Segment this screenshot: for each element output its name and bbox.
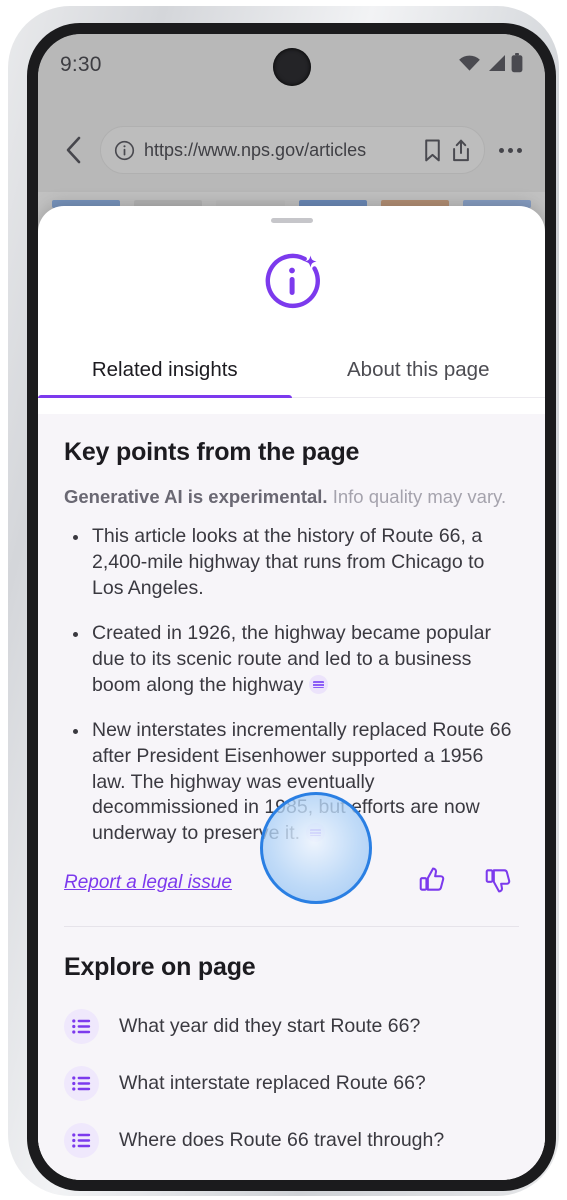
- sheet-drag-handle[interactable]: [270, 218, 313, 223]
- battery-icon: [511, 52, 523, 78]
- cell-signal-icon: [486, 54, 506, 77]
- ai-disclaimer-rest: Info quality may vary.: [327, 486, 507, 507]
- source-chip-icon[interactable]: [309, 674, 329, 694]
- key-point-text: New interstates incrementally replaced R…: [92, 718, 512, 845]
- explore-question-row[interactable]: What year did they start Route 66?: [64, 998, 519, 1055]
- overflow-menu-icon[interactable]: [491, 147, 529, 153]
- thumb-down-icon[interactable]: [485, 866, 513, 899]
- ai-info-sparkle-icon: [38, 247, 545, 313]
- sheet-tabs: Related insights About this page: [38, 349, 545, 398]
- explore-question-row[interactable]: How far does Route 66 stretch?: [64, 1169, 519, 1180]
- explore-question-row[interactable]: Where does Route 66 travel through?: [64, 1112, 519, 1169]
- phone-screen: 9:30 https://www.nps.gov/articles Relate…: [38, 34, 545, 1180]
- browser-toolbar: https://www.nps.gov/articles: [38, 116, 545, 184]
- key-point-item: This article looks at the history of Rou…: [64, 524, 519, 602]
- back-button[interactable]: [54, 130, 94, 170]
- ai-disclaimer-strong: Generative AI is experimental.: [64, 486, 328, 507]
- report-legal-issue-link[interactable]: Report a legal issue: [64, 872, 232, 894]
- camera-punch-hole: [272, 48, 311, 86]
- key-point-item: New interstates incrementally replaced R…: [64, 718, 519, 848]
- wifi-icon: [458, 54, 481, 77]
- tab-related-insights[interactable]: Related insights: [38, 349, 292, 398]
- share-icon[interactable]: [451, 139, 471, 162]
- info-circle-icon[interactable]: [114, 140, 135, 161]
- explore-question-text: What interstate replaced Route 66?: [119, 1072, 426, 1095]
- explore-question-row[interactable]: What interstate replaced Route 66?: [64, 1055, 519, 1112]
- explore-on-page-title: Explore on page: [64, 953, 256, 982]
- insights-bottom-sheet: Related insights About this page Key poi…: [38, 206, 545, 1180]
- list-lines-icon: [64, 1066, 99, 1102]
- address-bar[interactable]: https://www.nps.gov/articles: [100, 126, 485, 174]
- key-point-text: Created in 1926, the highway became popu…: [92, 621, 491, 696]
- thumbs-group: [419, 866, 519, 899]
- status-clock: 9:30: [60, 53, 102, 76]
- url-text: https://www.nps.gov/articles: [144, 139, 367, 160]
- ai-disclaimer: Generative AI is experimental. Info qual…: [64, 485, 519, 508]
- status-icon-group: [458, 52, 523, 78]
- explore-question-list: What year did they start Route 66? What …: [64, 998, 519, 1180]
- explore-question-text: Where does Route 66 travel through?: [119, 1129, 445, 1152]
- key-point-item: Created in 1926, the highway became popu…: [64, 621, 519, 699]
- key-points-title: Key points from the page: [64, 438, 360, 466]
- key-points-list: This article looks at the history of Rou…: [64, 524, 519, 847]
- sheet-content: Key points from the page Generative AI i…: [38, 414, 545, 1180]
- phone-frame: 9:30 https://www.nps.gov/articles Relate…: [8, 6, 559, 1196]
- explore-question-text: What year did they start Route 66?: [119, 1015, 421, 1038]
- source-chip-icon[interactable]: [306, 823, 326, 843]
- bookmark-icon[interactable]: [423, 138, 442, 162]
- list-lines-icon: [64, 1123, 99, 1159]
- thumb-up-icon[interactable]: [419, 866, 447, 899]
- tab-about-this-page[interactable]: About this page: [292, 349, 546, 397]
- list-lines-icon: [64, 1009, 99, 1045]
- feedback-row: Report a legal issue: [64, 866, 519, 899]
